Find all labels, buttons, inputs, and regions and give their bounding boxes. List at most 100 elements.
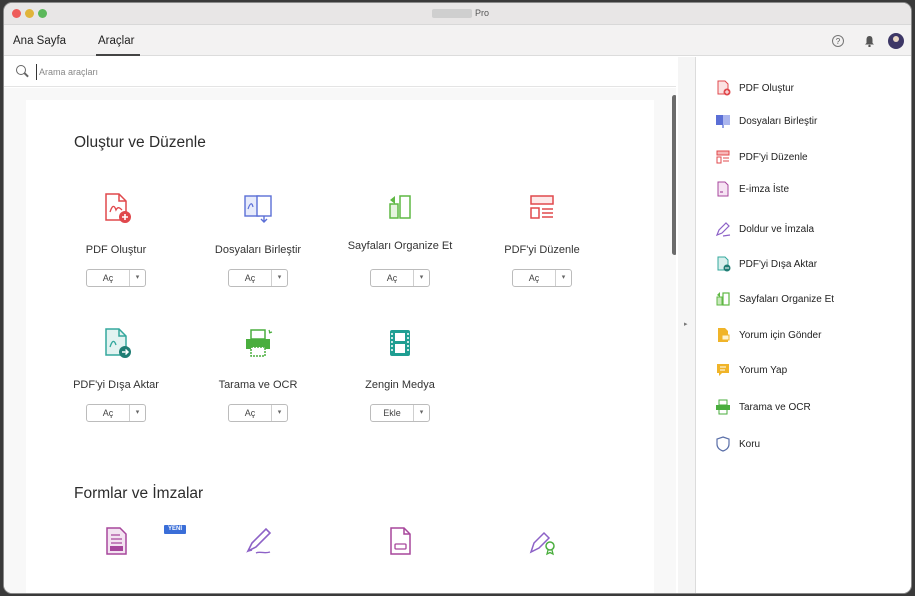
section-title-forms: Formlar ve İmzalar (74, 485, 204, 502)
tool-rich-media: Zengin Medya Ekle ▾ (335, 327, 465, 437)
search-icon (16, 65, 26, 75)
open-button-label: Aç (528, 273, 540, 283)
open-button[interactable]: Aç ▾ (86, 269, 146, 287)
tab-home[interactable]: Ana Sayfa (13, 35, 66, 47)
sidebar-item-protect[interactable]: Koru (715, 434, 905, 454)
sidebar-item-label: PDF'yi Dışa Aktar (739, 258, 818, 270)
tools-main-area: Oluştur ve Düzenle PDF Oluştur Aç ▾ Dosya… (4, 88, 676, 593)
rich-media-icon (384, 327, 416, 359)
tool-forms-3[interactable] (335, 525, 465, 585)
scrollbar[interactable] (672, 95, 676, 255)
chevron-right-icon[interactable]: ▸ (684, 320, 688, 328)
create-pdf-icon (100, 192, 132, 224)
top-menubar: Ana Sayfa Araçlar ? (4, 25, 911, 56)
request-esign-icon (715, 181, 731, 197)
tool-label: Dosyaları Birleştir (214, 244, 302, 256)
form-document-icon (100, 525, 132, 557)
tool-edit-pdf: PDF'yi Düzenle Aç ▾ (477, 192, 607, 302)
notification-bell-icon[interactable] (862, 33, 877, 48)
sidebar-item-label: E-imza İste (739, 183, 790, 195)
right-tools-panel: PDF Oluştur Dosyaları Birleştir PDF'yi D… (697, 57, 911, 593)
window-title: Pro (432, 8, 489, 18)
sidebar-item-organize-pages[interactable]: Sayfaları Organize Et (715, 289, 905, 309)
search-bar (4, 57, 676, 87)
sidebar-item-fill-sign[interactable]: Doldur ve İmzala (715, 219, 905, 239)
sidebar-item-label: Dosyaları Birleştir (739, 115, 818, 127)
open-button-label: Aç (102, 273, 114, 283)
tool-scan-ocr: Tarama ve OCR Aç ▾ (193, 327, 323, 437)
tool-create-pdf: PDF Oluştur Aç ▾ (51, 192, 181, 302)
chevron-down-icon[interactable]: ▾ (271, 405, 287, 421)
chevron-down-icon[interactable]: ▾ (129, 270, 145, 286)
open-button-label: Aç (244, 273, 256, 283)
search-input[interactable] (36, 64, 436, 80)
panel-collapse-handle[interactable]: ▸ (678, 57, 696, 593)
sidebar-item-create-pdf[interactable]: PDF Oluştur (715, 78, 905, 98)
combine-files-icon (242, 192, 274, 224)
sidebar-item-label: Yorum için Gönder (739, 329, 822, 341)
tool-label: Tarama ve OCR (218, 379, 298, 391)
sidebar-item-send-for-comments[interactable]: Yorum için Gönder (715, 325, 905, 345)
help-icon[interactable]: ? (832, 35, 844, 47)
chevron-down-icon[interactable]: ▾ (413, 405, 429, 421)
sidebar-item-label: Sayfaları Organize Et (739, 293, 835, 305)
window-title-text: Pro (475, 8, 490, 18)
comment-icon (715, 362, 731, 378)
tool-label: Zengin Medya (365, 379, 435, 391)
add-button[interactable]: Ekle ▾ (370, 404, 430, 422)
app-window: Pro Ana Sayfa Araçlar ? Oluştur ve Düzen… (4, 3, 911, 593)
create-pdf-icon (715, 80, 731, 96)
tool-forms-1[interactable] (51, 525, 181, 585)
tool-label: Sayfaları Organize Et (347, 240, 453, 252)
organize-pages-icon (715, 291, 731, 307)
scan-ocr-icon (715, 399, 731, 415)
sidebar-item-label: PDF Oluştur (739, 82, 795, 94)
active-tab-indicator (96, 54, 140, 56)
chevron-down-icon[interactable]: ▾ (555, 270, 571, 286)
chevron-down-icon[interactable]: ▾ (413, 270, 429, 286)
tool-forms-4[interactable] (477, 525, 607, 585)
minimize-window-button[interactable] (25, 9, 34, 18)
scan-ocr-icon (242, 327, 274, 359)
sidebar-item-request-esign[interactable]: E-imza İste (715, 179, 905, 199)
close-window-button[interactable] (12, 9, 21, 18)
edit-pdf-icon (526, 192, 558, 224)
tool-forms-2[interactable] (193, 525, 323, 585)
section-title-create-edit: Oluştur ve Düzenle (74, 134, 206, 151)
open-button-label: Aç (244, 408, 256, 418)
new-badge: YENİ (164, 525, 187, 534)
sidebar-item-comment[interactable]: Yorum Yap (715, 360, 905, 380)
maximize-window-button[interactable] (38, 9, 47, 18)
sidebar-item-label: PDF'yi Düzenle (739, 151, 808, 163)
tool-label: PDF'yi Dışa Aktar (73, 379, 159, 391)
open-button[interactable]: Aç ▾ (228, 269, 288, 287)
sidebar-item-label: Yorum Yap (739, 364, 788, 376)
combine-files-icon (715, 113, 731, 129)
add-button-label: Ekle (383, 408, 401, 418)
sidebar-item-label: Koru (739, 438, 761, 450)
open-button-label: Aç (102, 408, 114, 418)
title-redacted (432, 8, 472, 18)
sidebar-item-scan-ocr[interactable]: Tarama ve OCR (715, 397, 905, 417)
export-pdf-icon (100, 327, 132, 359)
sidebar-item-label: Doldur ve İmzala (739, 223, 815, 235)
send-for-comments-icon (715, 327, 731, 343)
open-button-label: Aç (386, 273, 398, 283)
tool-organize-pages: Sayfaları Organize Et Aç ▾ (335, 192, 465, 302)
open-button[interactable]: Aç ▾ (512, 269, 572, 287)
sidebar-item-export-pdf[interactable]: PDF'yi Dışa Aktar (715, 254, 905, 274)
sidebar-item-combine-files[interactable]: Dosyaları Birleştir (715, 111, 905, 131)
fill-sign-pen-icon (242, 525, 274, 557)
organize-pages-icon (384, 192, 416, 224)
tab-tools[interactable]: Araçlar (98, 35, 134, 47)
sidebar-item-edit-pdf[interactable]: PDF'yi Düzenle (715, 147, 905, 167)
open-button[interactable]: Aç ▾ (228, 404, 288, 422)
avatar[interactable] (888, 33, 904, 49)
open-button[interactable]: Aç ▾ (86, 404, 146, 422)
chevron-down-icon[interactable]: ▾ (271, 270, 287, 286)
title-bar: Pro (4, 3, 911, 25)
sidebar-item-label: Tarama ve OCR (739, 401, 811, 413)
open-button[interactable]: Aç ▾ (370, 269, 430, 287)
tools-content: Oluştur ve Düzenle PDF Oluştur Aç ▾ Dosya… (26, 100, 654, 593)
chevron-down-icon[interactable]: ▾ (129, 405, 145, 421)
